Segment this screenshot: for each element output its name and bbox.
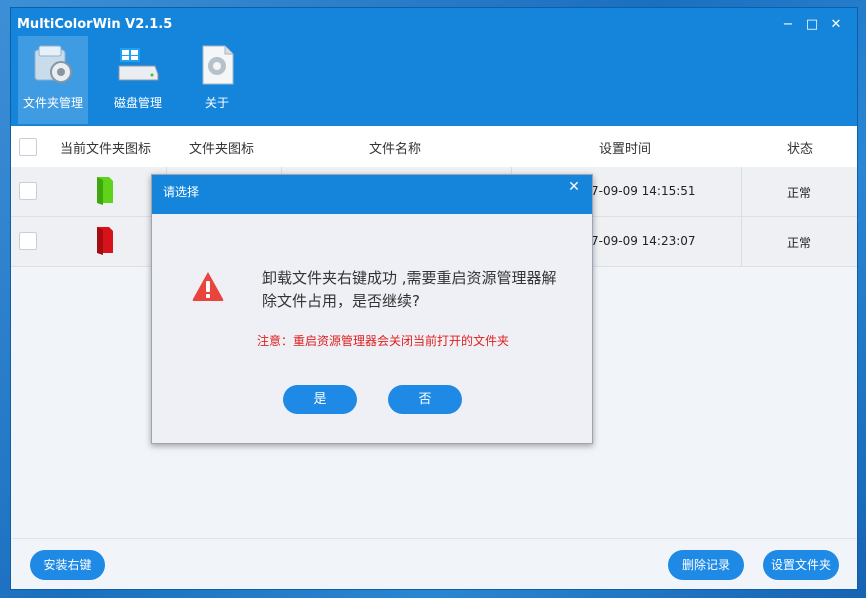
dialog-message: 卸载文件夹右键成功 ,需要重启资源管理器解除文件占用，是否继续? — [262, 269, 557, 310]
warning-icon — [192, 272, 224, 301]
close-button[interactable]: ✕ — [825, 14, 847, 36]
row-time: 7-09-09 14:23:07 — [591, 234, 696, 248]
dialog-close-button[interactable]: ✕ — [564, 179, 584, 195]
tab-folder-management-label: 文件夹管理 — [22, 96, 83, 110]
col-status[interactable]: 状态 — [787, 138, 813, 157]
row-status: 正常 — [787, 186, 812, 200]
col-file-name[interactable]: 文件名称 — [369, 138, 421, 157]
delete-records-button[interactable]: 删除记录 — [668, 550, 744, 580]
tab-disk-management[interactable]: 磁盘管理 — [103, 36, 173, 124]
tab-disk-management-label: 磁盘管理 — [113, 96, 162, 110]
col-set-time[interactable]: 设置时间 — [599, 138, 651, 157]
disk-drive-icon — [118, 48, 159, 81]
row-status: 正常 — [787, 236, 812, 250]
row-checkbox[interactable] — [19, 182, 37, 200]
dialog-title: 请选择 — [163, 185, 200, 199]
green-folder-icon — [97, 177, 113, 205]
tab-folder-management[interactable]: 文件夹管理 — [18, 36, 88, 124]
maximize-button[interactable]: □ — [801, 14, 823, 36]
dialog-note: 注意：重启资源管理器会关闭当前打开的文件夹 — [257, 334, 510, 348]
dialog-title-bar: 请选择 ✕ — [152, 175, 592, 214]
column-divider — [741, 217, 742, 266]
title-bar: MultiColorWin V2.1.5 − □ ✕ 文件夹管理 磁盘管理 关于 — [11, 8, 857, 126]
install-context-menu-button[interactable]: 安装右键 — [30, 550, 105, 580]
confirm-dialog: 请选择 ✕ 卸载文件夹右键成功 ,需要重启资源管理器解除文件占用，是否继续? 注… — [151, 174, 593, 444]
select-all-checkbox[interactable] — [19, 138, 37, 156]
col-current-icon[interactable]: 当前文件夹图标 — [60, 138, 151, 157]
tab-about-label: 关于 — [204, 96, 229, 110]
gear-document-icon — [202, 45, 234, 85]
app-title: MultiColorWin V2.1.5 — [17, 17, 173, 32]
minimize-button[interactable]: − — [777, 14, 799, 36]
no-button[interactable]: 否 — [388, 385, 462, 414]
row-checkbox[interactable] — [19, 232, 37, 250]
table-header: 当前文件夹图标 文件夹图标 文件名称 设置时间 状态 — [11, 126, 857, 168]
row-time: 7-09-09 14:15:51 — [591, 184, 696, 198]
col-folder-icon[interactable]: 文件夹图标 — [189, 138, 254, 157]
bottom-bar: 安装右键 删除记录 设置文件夹 — [11, 538, 857, 589]
set-folder-button[interactable]: 设置文件夹 — [763, 550, 839, 580]
red-folder-icon — [97, 227, 113, 255]
tab-about[interactable]: 关于 — [182, 36, 252, 124]
yes-button[interactable]: 是 — [283, 385, 357, 414]
column-divider — [741, 167, 742, 216]
folder-settings-icon — [34, 45, 72, 83]
